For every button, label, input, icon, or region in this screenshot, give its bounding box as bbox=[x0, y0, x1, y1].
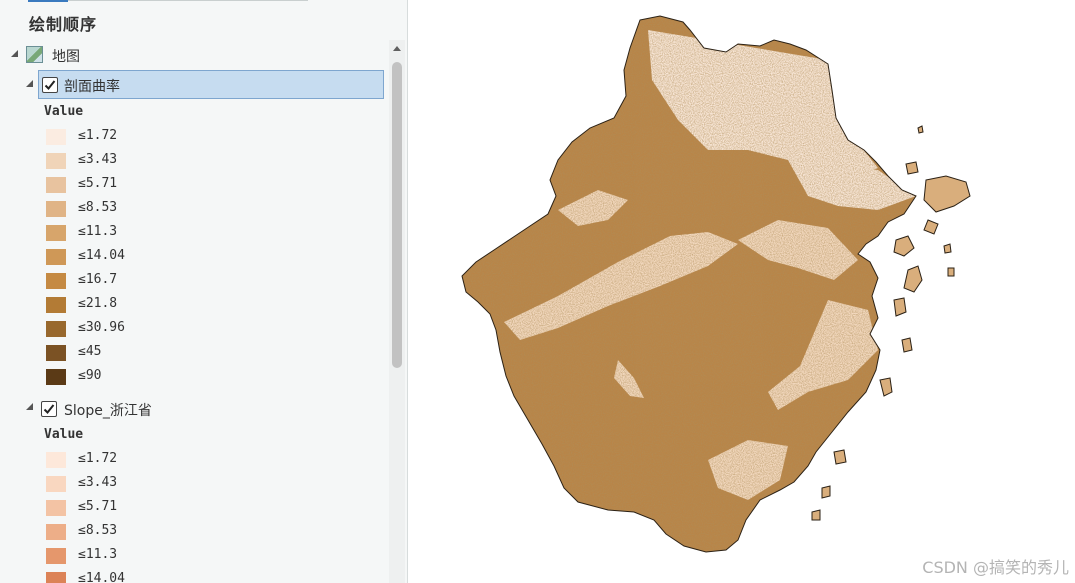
legend-swatch bbox=[46, 345, 66, 361]
legend-label: ≤30.96 bbox=[78, 320, 125, 335]
legend-label: ≤3.43 bbox=[78, 475, 118, 490]
scrollbar-thumb[interactable] bbox=[392, 62, 402, 368]
pane-title: 绘制顺序 bbox=[29, 15, 98, 34]
legend-label: ≤14.04 bbox=[78, 248, 125, 263]
legend-swatch bbox=[46, 129, 66, 145]
legend-value-header: Value bbox=[44, 104, 84, 119]
checkmark-icon bbox=[43, 404, 55, 414]
scrollbar[interactable] bbox=[389, 40, 405, 583]
legend-label: ≤16.7 bbox=[78, 272, 118, 287]
legend-swatch bbox=[46, 321, 66, 337]
legend-swatch bbox=[46, 369, 66, 385]
legend-swatch bbox=[46, 572, 66, 583]
layer-visibility-checkbox[interactable] bbox=[41, 401, 57, 417]
legend-swatch bbox=[46, 476, 66, 492]
legend-label: ≤5.71 bbox=[78, 499, 118, 514]
legend-swatch bbox=[46, 177, 66, 193]
watermark: CSDN @搞笑的秀儿 bbox=[922, 558, 1069, 577]
layer-expander-icon[interactable] bbox=[26, 403, 33, 410]
legend-swatch bbox=[46, 153, 66, 169]
map-view[interactable]: CSDN @搞笑的秀儿 bbox=[408, 0, 1075, 583]
pane-tab-divider bbox=[28, 0, 308, 1]
legend-swatch bbox=[46, 548, 66, 564]
legend-swatch bbox=[46, 524, 66, 540]
map-node-label[interactable]: 地图 bbox=[52, 46, 80, 66]
legend-swatch bbox=[46, 249, 66, 265]
legend-label: ≤21.8 bbox=[78, 296, 118, 311]
legend-swatch bbox=[46, 452, 66, 468]
layer-name[interactable]: Slope_浙江省 bbox=[64, 400, 152, 420]
scroll-up-arrow-icon[interactable] bbox=[393, 46, 401, 51]
legend-label: ≤11.3 bbox=[78, 547, 118, 562]
layer-name[interactable]: 剖面曲率 bbox=[64, 76, 120, 96]
layer-expander-icon[interactable] bbox=[26, 80, 33, 87]
zhejiang-slope-raster bbox=[461, 15, 971, 553]
legend-label: ≤8.53 bbox=[78, 200, 118, 215]
map-expander-icon[interactable] bbox=[11, 50, 18, 57]
legend-label: ≤5.71 bbox=[78, 176, 118, 191]
legend-swatch bbox=[46, 273, 66, 289]
legend-label: ≤90 bbox=[78, 368, 102, 383]
contents-pane: 绘制顺序 地图 剖面曲率 Value ≤1.72 ≤3.43 ≤5.71 ≤8.53 ≤… bbox=[0, 0, 408, 583]
legend-label: ≤3.43 bbox=[78, 152, 118, 167]
legend-label: ≤1.72 bbox=[78, 128, 118, 143]
legend-swatch bbox=[46, 500, 66, 516]
legend-label: ≤11.3 bbox=[78, 224, 118, 239]
legend-swatch bbox=[46, 297, 66, 313]
legend-label: ≤1.72 bbox=[78, 451, 118, 466]
pane-tab-indicator[interactable] bbox=[28, 0, 68, 2]
legend-label: ≤8.53 bbox=[78, 523, 118, 538]
legend-label: ≤14.04 bbox=[78, 571, 125, 583]
legend-label: ≤45 bbox=[78, 344, 102, 359]
legend-value-header: Value bbox=[44, 427, 84, 442]
map-icon bbox=[26, 46, 43, 63]
checkmark-icon bbox=[44, 80, 56, 90]
app-root: 绘制顺序 地图 剖面曲率 Value ≤1.72 ≤3.43 ≤5.71 ≤8.53 ≤… bbox=[0, 0, 1075, 583]
legend-swatch bbox=[46, 201, 66, 217]
layer-visibility-checkbox[interactable] bbox=[42, 77, 58, 93]
legend-swatch bbox=[46, 225, 66, 241]
